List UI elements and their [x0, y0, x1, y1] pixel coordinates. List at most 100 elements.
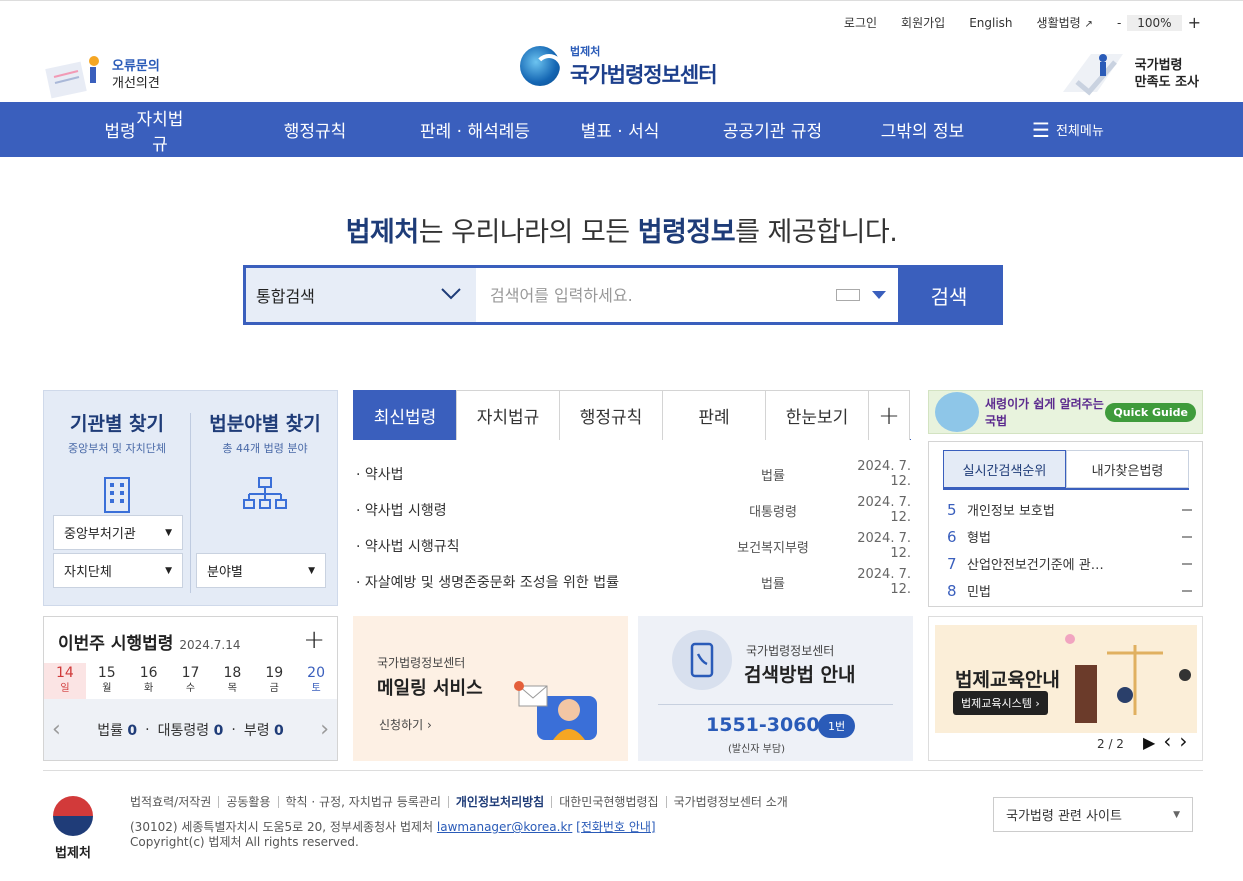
- footer-link-sharing[interactable]: 공동활용: [218, 796, 277, 808]
- finder-panel: 기관별 찾기 중앙부처 및 자치단체 법분야별 찾기 총 44개 법령 분야 중…: [43, 390, 338, 606]
- tab-overview[interactable]: 한눈보기: [765, 390, 869, 440]
- rank-same-icon: [1182, 508, 1192, 511]
- nav-item-forms[interactable]: 별표 · 서식: [560, 117, 680, 142]
- list-item[interactable]: · 약사법 시행령 대통령령 2024. 7. 12.: [356, 492, 911, 528]
- list-item[interactable]: · 약사법 시행규칙 보건복지부령 2024. 7. 12.: [356, 528, 911, 564]
- footer-link-registration[interactable]: 학칙 · 규정, 자치법규 등록관리: [277, 796, 448, 808]
- site-logo[interactable]: 법제처 국가법령정보센터: [520, 43, 718, 89]
- nav-item-public-rules[interactable]: 공공기관 규정: [680, 117, 865, 142]
- footer-divider: [43, 770, 1203, 771]
- nav-item-law[interactable]: 법령: [0, 117, 240, 142]
- hamburger-icon: ☰: [1032, 117, 1050, 142]
- tab-admin-rules[interactable]: 행정규칙: [559, 390, 663, 440]
- decree-count-value: 0: [213, 722, 224, 739]
- ordinance-count-item[interactable]: 부령 0: [244, 720, 284, 740]
- search-guide-banner[interactable]: 국가법령정보센터 검색방법 안내 1551-3060 1번 (발신자 부담): [638, 616, 913, 761]
- tab-precedents[interactable]: 판례: [662, 390, 766, 440]
- week-days: 14 일 15 월 16 화 17 수 18 목 19 금 20 토: [44, 663, 337, 699]
- list-item[interactable]: 8 민법: [947, 577, 1192, 604]
- field-finder-title[interactable]: 법분야별 찾기: [192, 409, 338, 436]
- taegeuk-logo-icon: [53, 796, 93, 836]
- rank-number: 6: [947, 527, 957, 546]
- nav-item-admin-rules[interactable]: 행정규칙: [240, 117, 390, 142]
- list-item[interactable]: 7 산업안전보건기준에 관…: [947, 550, 1192, 577]
- caret-down-icon[interactable]: [872, 291, 886, 299]
- search-scope-select[interactable]: 통합검색: [246, 268, 476, 322]
- prev-slide-icon[interactable]: ‹: [1163, 731, 1171, 752]
- bullet-dot: ·: [231, 721, 236, 738]
- select-caret-icon: ▼: [308, 565, 315, 576]
- survey-banner[interactable]: 국가법령 만족도 조사: [1057, 48, 1199, 100]
- tab-my-laws[interactable]: 내가찾은법령: [1066, 450, 1189, 488]
- list-item[interactable]: 6 형법: [947, 523, 1192, 550]
- life-law-label: 생활법령: [1036, 16, 1081, 30]
- tab-latest-laws[interactable]: 최신법령: [353, 390, 457, 440]
- day-wed[interactable]: 17 수: [170, 663, 212, 699]
- tab-local-laws[interactable]: 자치법규: [456, 390, 560, 440]
- rank-number: 7: [947, 554, 957, 573]
- footer-links: 법적효력/저작권 공동활용 학칙 · 규정, 자치법규 등록관리 개인정보처리방…: [130, 796, 795, 808]
- law-count-value: 0: [127, 722, 138, 739]
- english-link[interactable]: English: [969, 16, 1012, 30]
- keyboard-icon[interactable]: [836, 289, 860, 301]
- footer-link-about[interactable]: 국가법령정보센터 소개: [665, 796, 795, 808]
- quick-guide-banner[interactable]: 새령이가 쉽게 알려주는 국법 Quick Guide: [928, 390, 1203, 434]
- agency-finder-title[interactable]: 기관별 찾기: [44, 409, 190, 436]
- day-thu[interactable]: 18 목: [211, 663, 253, 699]
- building-icon: [44, 474, 190, 518]
- local-gov-select[interactable]: 자치단체 ▼: [53, 553, 183, 588]
- mailing-subtitle: 국가법령정보센터: [377, 656, 466, 670]
- footer-phone-link[interactable]: [전화번호 안내]: [576, 820, 655, 834]
- day-weekday: 화: [144, 683, 154, 694]
- tab-realtime-rank[interactable]: 실시간검색순위: [943, 450, 1066, 488]
- law-type: 보건복지부령: [737, 540, 809, 556]
- life-law-link[interactable]: 생활법령 ↗: [1037, 14, 1093, 31]
- law-date: 2024. 7. 12.: [857, 531, 911, 561]
- footer-email-link[interactable]: lawmanager@korea.kr: [437, 820, 572, 834]
- footer-link-current-laws[interactable]: 대한민국현행법령집: [551, 796, 665, 808]
- this-week-more-button[interactable]: +: [303, 625, 325, 655]
- play-icon[interactable]: ▶: [1143, 733, 1155, 752]
- day-fri[interactable]: 19 금: [253, 663, 295, 699]
- list-item[interactable]: 5 개인정보 보호법: [947, 496, 1192, 523]
- next-week-arrow-icon[interactable]: ›: [320, 717, 329, 742]
- select-caret-icon: ▼: [165, 527, 172, 538]
- more-plus-button[interactable]: +: [868, 390, 910, 440]
- login-link[interactable]: 로그인: [844, 14, 877, 31]
- field-select[interactable]: 분야별 ▼: [196, 553, 326, 588]
- education-image[interactable]: 법제교육안내 법제교육시스템 ›: [935, 625, 1197, 733]
- zoom-out-button[interactable]: -: [1117, 16, 1121, 30]
- mailing-apply-link[interactable]: 신청하기 ›: [379, 716, 432, 733]
- footer-link-copyright[interactable]: 법적효력/저작권: [130, 796, 218, 808]
- zoom-in-button[interactable]: +: [1188, 13, 1201, 32]
- nav-item-precedents[interactable]: 판례 · 해석례등: [390, 117, 560, 142]
- ranking-tabs: 실시간검색순위 내가찾은법령: [943, 450, 1189, 490]
- week-law-counts: 법률 0 · 대통령령 0 · 부령 0: [44, 699, 337, 760]
- next-slide-icon[interactable]: ›: [1179, 731, 1187, 752]
- nav-item-local-law[interactable]: 자치법규: [130, 105, 190, 155]
- day-tue[interactable]: 16 화: [128, 663, 170, 699]
- day-sat[interactable]: 20 토: [295, 663, 337, 699]
- mailing-service-banner[interactable]: 국가법령정보센터 메일링 서비스 신청하기 ›: [353, 616, 628, 761]
- central-agency-select[interactable]: 중앙부처기관 ▼: [53, 515, 183, 550]
- signup-link[interactable]: 회원가입: [901, 14, 945, 31]
- related-sites-select[interactable]: 국가법령 관련 사이트 ▼: [993, 797, 1193, 832]
- utility-bar: 로그인 회원가입 English 생활법령 ↗ - 100% +: [844, 13, 1201, 32]
- decree-count-item[interactable]: 대통령령 0: [158, 720, 224, 740]
- guide-divider: [658, 704, 893, 705]
- nav-item-other-info[interactable]: 그밖의 정보: [865, 117, 980, 142]
- error-report-banner[interactable]: 오류문의 개선의견: [44, 50, 184, 100]
- law-count-item[interactable]: 법률 0: [97, 720, 137, 740]
- search-button[interactable]: 검색: [898, 268, 1000, 322]
- search-input[interactable]: [490, 285, 824, 305]
- list-item[interactable]: · 약사법 법률 2024. 7. 12.: [356, 456, 911, 492]
- main-nav: 법령 자치법규 행정규칙 판례 · 해석례등 별표 · 서식 공공기관 규정 그…: [0, 102, 1243, 157]
- list-item[interactable]: · 자살예방 및 생명존중문화 조성을 위한 법률 법률 2024. 7. 12…: [356, 564, 911, 600]
- education-system-button[interactable]: 법제교육시스템 ›: [953, 691, 1048, 715]
- all-menu-button[interactable]: ☰ 전체메뉴: [1032, 120, 1104, 140]
- law-type: 대통령령: [749, 504, 797, 520]
- day-sun[interactable]: 14 일: [44, 663, 86, 699]
- footer-link-privacy[interactable]: 개인정보처리방침: [447, 796, 551, 808]
- day-mon[interactable]: 15 월: [86, 663, 128, 699]
- prev-week-arrow-icon[interactable]: ‹: [52, 717, 61, 742]
